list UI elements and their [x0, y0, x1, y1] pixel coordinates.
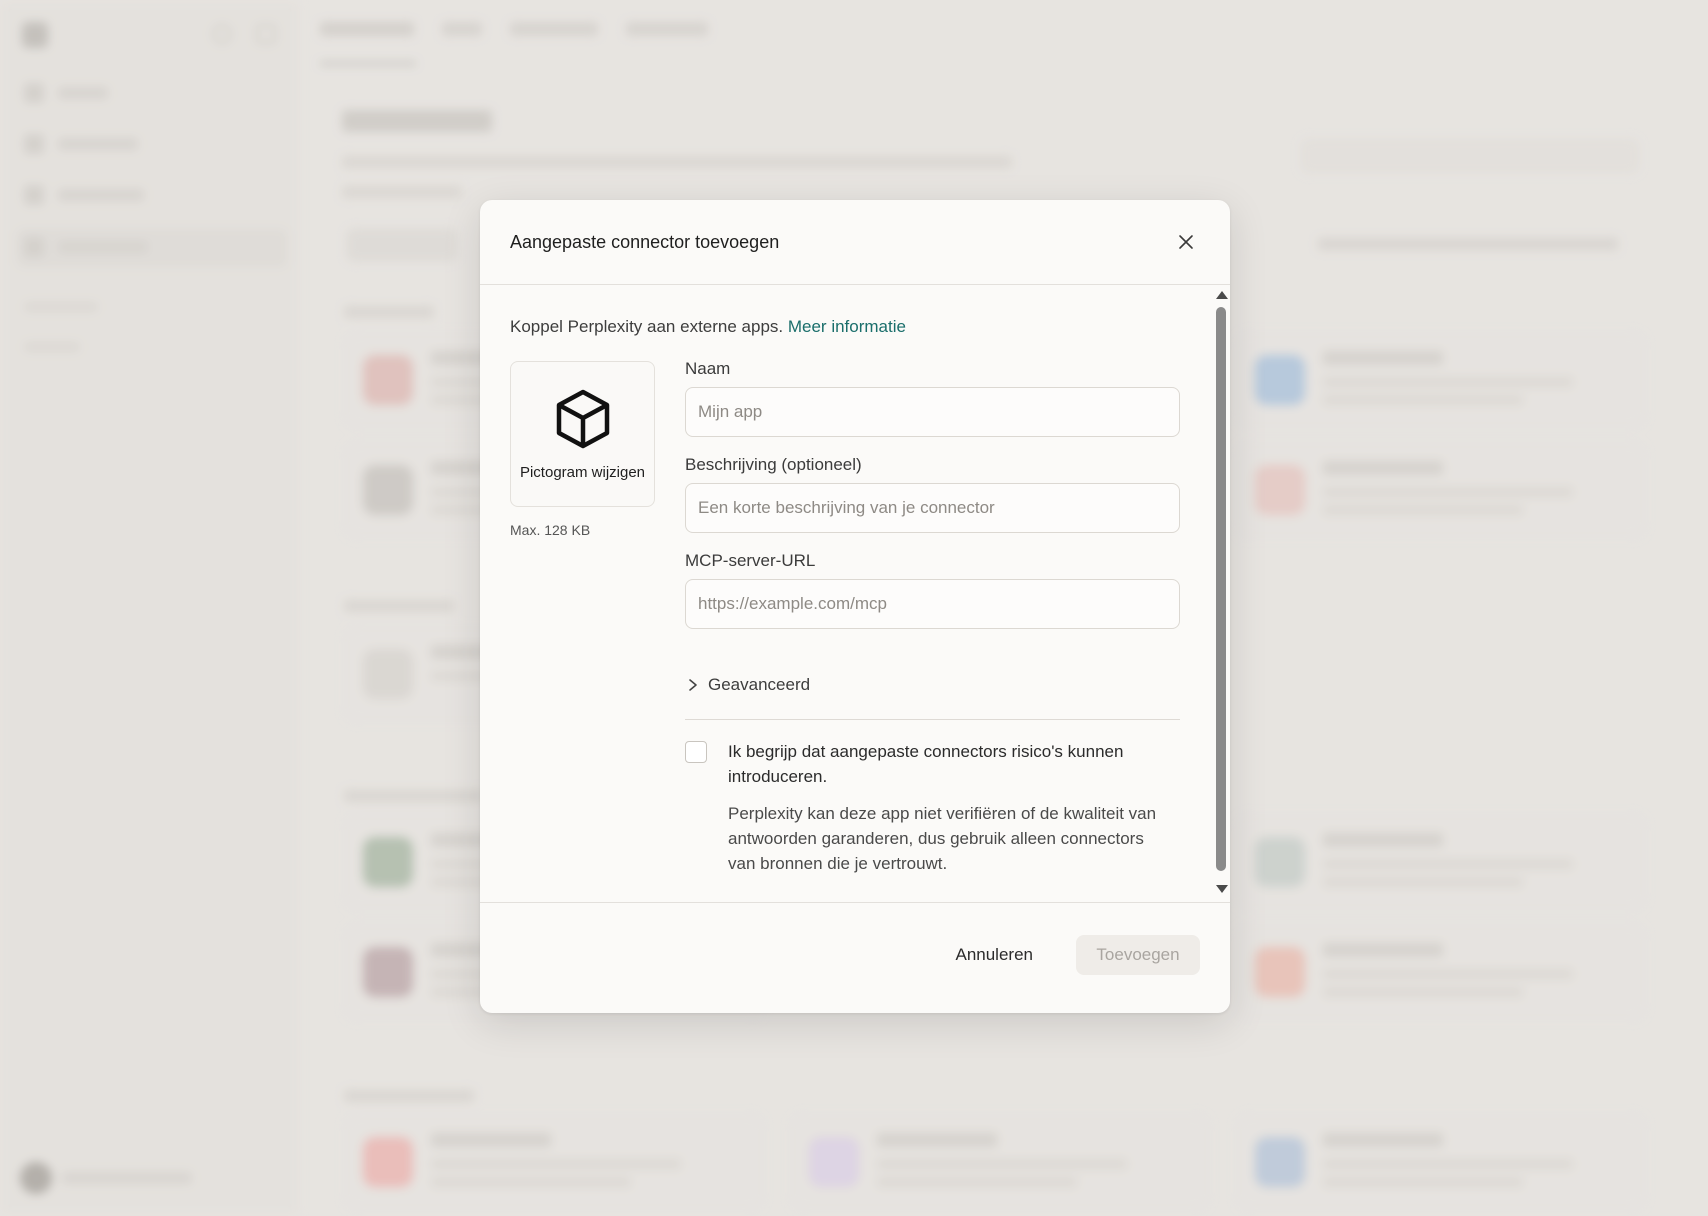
learn-more-link[interactable]: Meer informatie — [788, 317, 906, 336]
name-label: Naam — [685, 359, 731, 378]
description-input[interactable] — [685, 483, 1180, 533]
scroll-down-arrow-icon[interactable] — [1216, 885, 1228, 893]
change-icon-label: Pictogram wijzigen — [519, 464, 646, 481]
mcp-url-label: MCP-server-URL — [685, 551, 816, 570]
advanced-label: Geavanceerd — [708, 675, 811, 694]
close-icon — [1179, 235, 1193, 249]
description-label: Beschrijving (optioneel) — [685, 455, 862, 474]
cube-icon — [556, 389, 609, 449]
advanced-toggle[interactable]: Geavanceerd — [688, 675, 810, 695]
cancel-button[interactable]: Annuleren — [943, 935, 1045, 975]
intro-text: Koppel Perplexity aan externe apps. Meer… — [510, 317, 906, 337]
scroll-thumb[interactable] — [1216, 307, 1226, 871]
close-button[interactable] — [1172, 228, 1200, 256]
name-input[interactable] — [685, 387, 1180, 437]
dialog-scrollbar[interactable] — [1214, 289, 1228, 895]
divider — [685, 719, 1180, 720]
dialog-title: Aangepaste connector toevoegen — [510, 232, 780, 252]
intro-label: Koppel Perplexity aan externe apps. — [510, 317, 784, 336]
dialog-footer: Annuleren Toevoegen — [480, 902, 1230, 1013]
icon-max-size: Max. 128 KB — [510, 522, 591, 538]
mcp-url-input[interactable] — [685, 579, 1180, 629]
scroll-up-arrow-icon[interactable] — [1216, 291, 1228, 299]
add-button[interactable]: Toevoegen — [1076, 935, 1200, 975]
add-custom-connector-dialog: Aangepaste connector toevoegen Koppel Pe… — [480, 200, 1230, 1013]
change-icon-button[interactable]: Pictogram wijzigen — [510, 361, 655, 507]
chevron-right-icon — [689, 679, 697, 691]
risk-consent-note: Perplexity kan deze app niet verifiëren … — [728, 804, 1157, 873]
dialog-body: Koppel Perplexity aan externe apps. Meer… — [480, 285, 1230, 902]
risk-consent-checkbox[interactable] — [685, 741, 707, 763]
dialog-header: Aangepaste connector toevoegen — [480, 200, 1230, 285]
risk-consent-label: Ik begrijp dat aangepaste connectors ris… — [728, 742, 1124, 786]
